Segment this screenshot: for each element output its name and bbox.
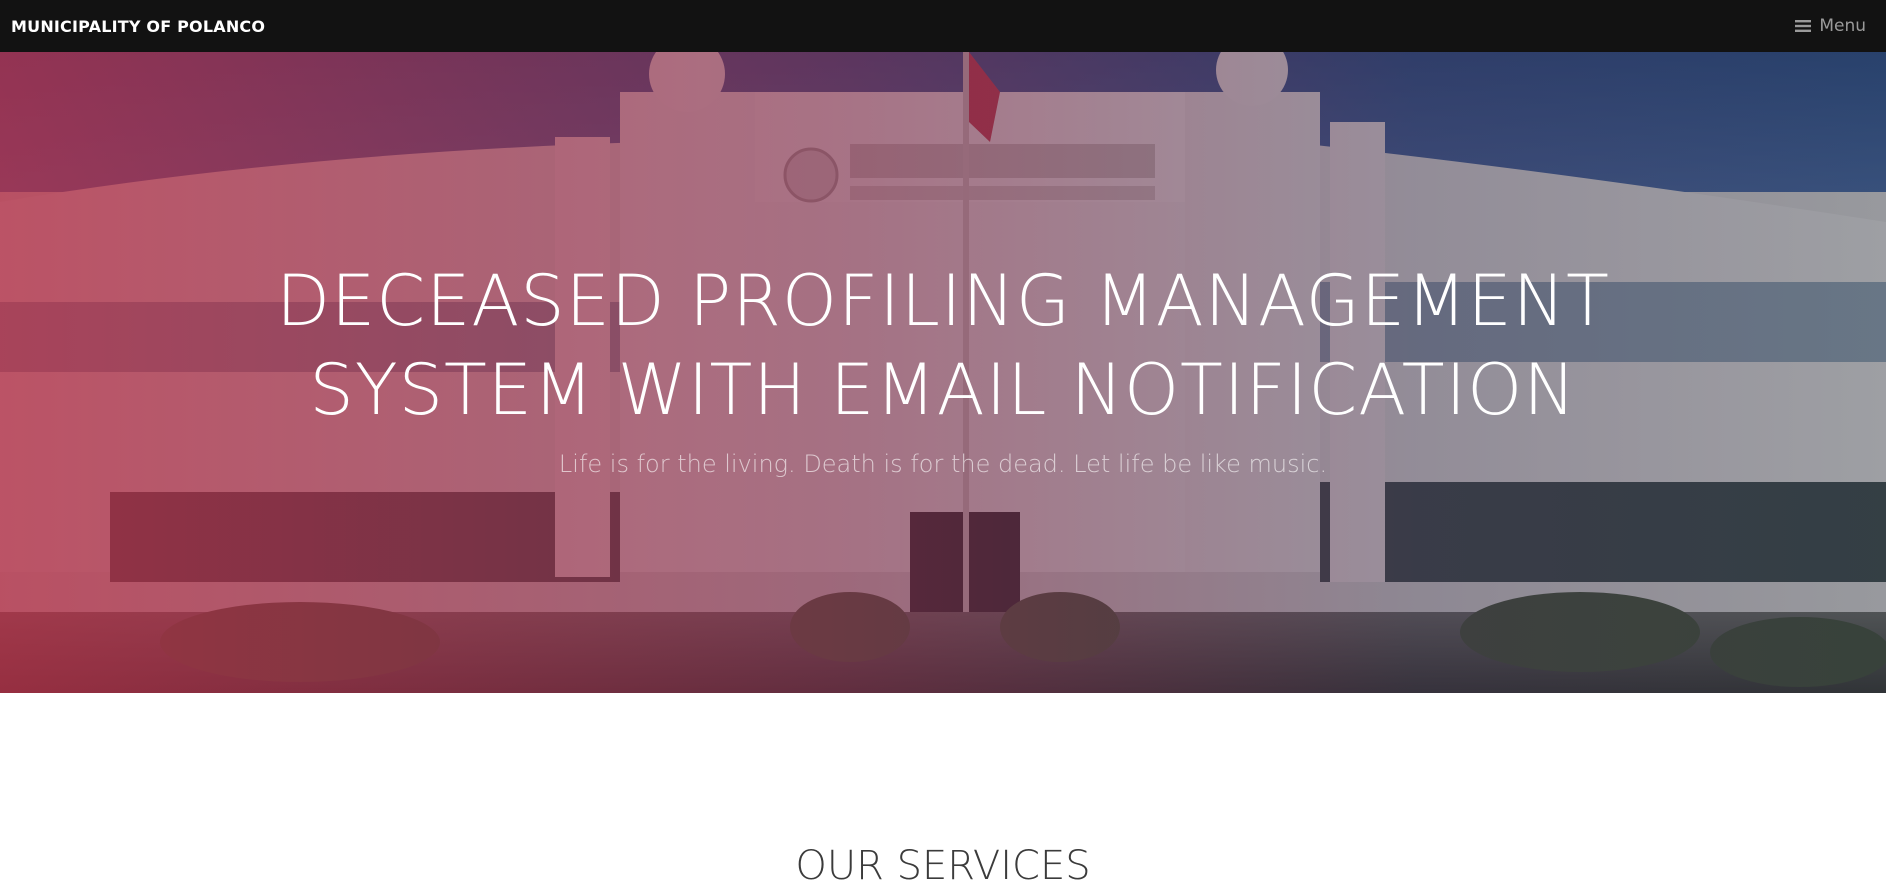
brand-link[interactable]: MUNICIPALITY OF POLANCO [11,17,265,36]
hero-title-line-2: SYSTEM WITH EMAIL NOTIFICATION [309,349,1577,431]
hamburger-icon [1795,19,1812,33]
menu-label: Menu [1819,16,1866,36]
top-navbar: MUNICIPALITY OF POLANCO Menu [0,0,1886,52]
menu-toggle-button[interactable]: Menu [1795,16,1866,36]
hero-subtitle: Life is for the living. Death is for the… [558,450,1328,478]
hero-title: DECEASED PROFILING MANAGEMENT SYSTEM WIT… [0,257,1886,435]
hero-section: DECEASED PROFILING MANAGEMENT SYSTEM WIT… [0,52,1886,693]
services-heading: OUR SERVICES [795,843,1091,889]
hero-title-line-1: DECEASED PROFILING MANAGEMENT [276,260,1610,342]
